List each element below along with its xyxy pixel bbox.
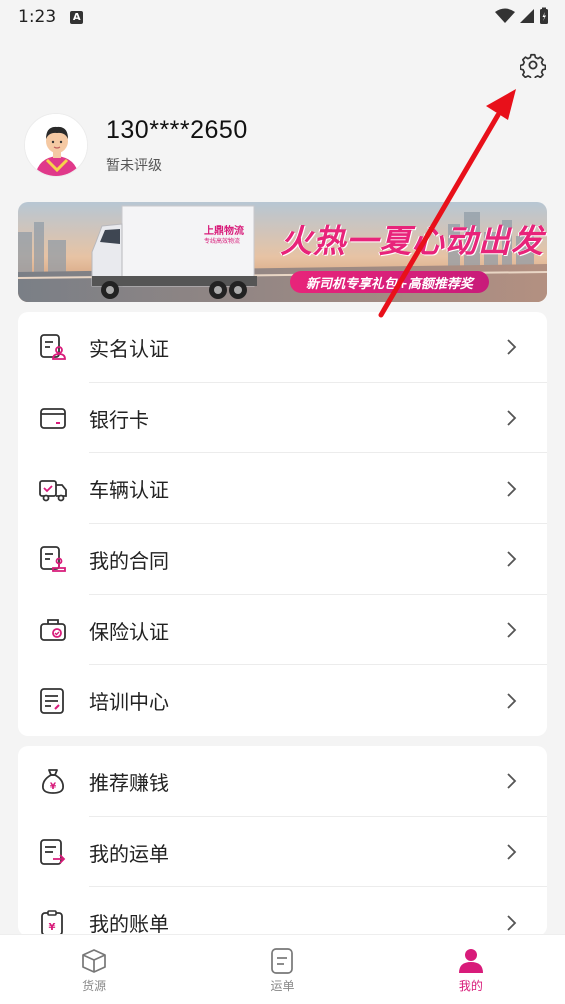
menu-item-label: 银行卡 [89, 407, 149, 432]
chevron-right-icon [507, 773, 517, 789]
bank-card-icon [40, 408, 66, 429]
menu-item-bill[interactable]: ¥ 我的账单 [18, 887, 547, 936]
menu-item-label: 我的合同 [89, 548, 169, 573]
tab-label: 货源 [82, 979, 107, 993]
menu-item-label: 我的账单 [89, 912, 169, 936]
profile-section[interactable]: 130****2650 暂未评级 [24, 113, 248, 177]
waybill-icon [40, 839, 66, 865]
menu-item-insurance[interactable]: 保险认证 [18, 595, 547, 666]
status-time: 1:23 [18, 7, 57, 27]
chevron-right-icon [507, 339, 517, 355]
chevron-right-icon [507, 551, 517, 568]
menu-item-label: 我的运单 [89, 841, 169, 866]
banner-subtitle: 新司机专享礼包+高额推荐奖 [290, 271, 489, 293]
menu-item-waybill[interactable]: 我的运单 [18, 817, 547, 888]
banner-title: 火热一夏心动出发 [280, 222, 545, 260]
menu-item-bank-card[interactable]: 银行卡 [18, 383, 547, 454]
promo-banner[interactable]: 上鼎物流 专线高效物流 火热一夏心动出发 新司机专享礼包+高额推荐奖 [18, 202, 547, 302]
chevron-right-icon [507, 622, 517, 638]
box-icon [82, 949, 107, 973]
menu-item-training[interactable]: 培训中心 [18, 665, 547, 736]
menu-item-label: 保险认证 [89, 619, 169, 644]
user-phone: 130****2650 [106, 115, 248, 144]
settings-gear-icon[interactable] [520, 52, 546, 78]
chevron-right-icon [507, 410, 517, 426]
chevron-right-icon [507, 844, 517, 860]
user-rating: 暂未评级 [106, 157, 162, 174]
menu-item-label: 培训中心 [89, 690, 169, 715]
truck-verify-icon [39, 479, 67, 502]
menu-item-referral[interactable]: ¥ 推荐赚钱 [18, 746, 547, 817]
driver-avatar-icon [25, 114, 87, 176]
menu-item-label: 车辆认证 [89, 478, 169, 503]
tab-label: 运单 [270, 979, 295, 993]
status-icons [495, 7, 549, 25]
tab-mine[interactable]: 我的 [377, 935, 565, 1004]
id-verify-icon [40, 334, 66, 361]
signal-icon [520, 9, 534, 23]
wifi-icon [495, 8, 515, 23]
notification-badge: A [70, 10, 84, 24]
status-bar: 1:23 A [0, 0, 565, 34]
tab-label: 我的 [458, 979, 483, 993]
chevron-right-icon [507, 481, 517, 497]
chevron-right-icon [507, 693, 517, 709]
menu-item-label: 实名认证 [89, 336, 169, 361]
chevron-right-icon [507, 915, 517, 931]
menu-item-label: 推荐赚钱 [89, 770, 169, 795]
menu-card-finance: ¥ 推荐赚钱 我的运单 ¥ 我的账单 [18, 746, 547, 936]
menu-item-id-verification[interactable]: 实名认证 [18, 312, 547, 383]
document-icon [271, 948, 294, 974]
bill-icon: ¥ [41, 909, 63, 936]
menu-item-vehicle-verification[interactable]: 车辆认证 [18, 453, 547, 524]
truck-brand: 上鼎物流 [204, 226, 244, 237]
menu-item-contract[interactable]: 我的合同 [18, 524, 547, 595]
contract-icon [40, 546, 66, 573]
training-icon [40, 687, 64, 714]
person-icon [458, 949, 483, 973]
avatar[interactable] [24, 113, 88, 177]
truck-tagline: 专线高效物流 [204, 238, 241, 245]
tab-cargo-source[interactable]: 货源 [0, 935, 188, 1004]
tab-waybill[interactable]: 运单 [188, 935, 376, 1004]
svg-text:¥: ¥ [50, 782, 57, 792]
svg-text:¥: ¥ [49, 922, 56, 933]
battery-icon [540, 7, 548, 24]
money-bag-icon: ¥ [42, 769, 64, 795]
menu-card-account: 实名认证 银行卡 车辆认证 我的合同 保险认证 培训中心 [18, 312, 547, 736]
insurance-icon [40, 619, 66, 641]
bottom-tab-bar: 货源 运单 我的 [0, 934, 565, 1004]
